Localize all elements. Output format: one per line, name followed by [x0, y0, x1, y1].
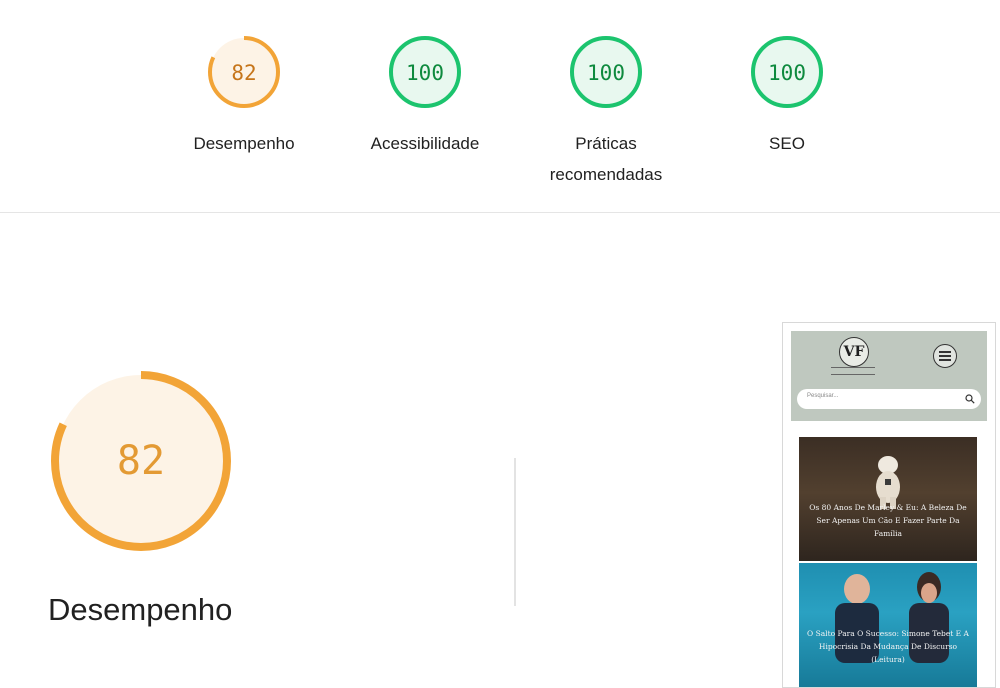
- gauge-accessibility[interactable]: 100 Acessibilidade: [350, 34, 500, 159]
- gauge-score: 100: [406, 61, 444, 85]
- preview-post-title: O Salto Para O Sucesso: Simone Tebet E A…: [807, 629, 969, 664]
- section-divider: [514, 458, 516, 606]
- preview-site-header: VF Pesquisar...: [791, 331, 987, 421]
- gauge-best-practices[interactable]: 100 Práticas recomendadas: [531, 34, 681, 190]
- hamburger-menu-icon: [933, 344, 957, 368]
- search-icon: [965, 394, 975, 404]
- preview-post-card: Os 80 Anos De Marley & Eu: A Beleza De S…: [799, 437, 977, 561]
- preview-post-card: O Salto Para O Sucesso: Simone Tebet E A…: [799, 563, 977, 687]
- gauge-label: Práticas recomendadas: [549, 134, 663, 184]
- gauge-score: 100: [587, 61, 625, 85]
- best-practices-gauge-ring: 100: [570, 36, 642, 108]
- performance-score: 82: [117, 438, 165, 484]
- people-image: [835, 572, 949, 663]
- performance-big-gauge: 82: [51, 371, 231, 551]
- gauge-score: 100: [768, 61, 806, 85]
- gauge-label: Desempenho: [193, 134, 295, 153]
- scores-summary: 82 Desempenho 100 Acessibilidade 100 Prá…: [0, 0, 1000, 213]
- gauge-label: Acessibilidade: [370, 134, 480, 153]
- gauge-score: 82: [231, 61, 256, 85]
- page-screenshot-preview[interactable]: VF Pesquisar... Os 80 Anos De Marley & E…: [782, 322, 996, 688]
- gauge-seo[interactable]: 100 SEO: [712, 34, 862, 159]
- site-logo: VF: [839, 337, 869, 367]
- accessibility-gauge-ring: 100: [389, 36, 461, 108]
- gauge-performance[interactable]: 82 Desempenho: [169, 34, 319, 159]
- performance-gauge-ring: 82: [208, 36, 280, 108]
- preview-search-bar: Pesquisar...: [797, 389, 981, 409]
- performance-title: Desempenho: [48, 592, 233, 627]
- logo-tagline-mark: [831, 367, 875, 375]
- gauge-label: SEO: [769, 134, 805, 153]
- preview-post-title: Os 80 Anos De Marley & Eu: A Beleza De S…: [809, 503, 967, 538]
- preview-search-placeholder: Pesquisar...: [807, 393, 839, 399]
- seo-gauge-ring: 100: [751, 36, 823, 108]
